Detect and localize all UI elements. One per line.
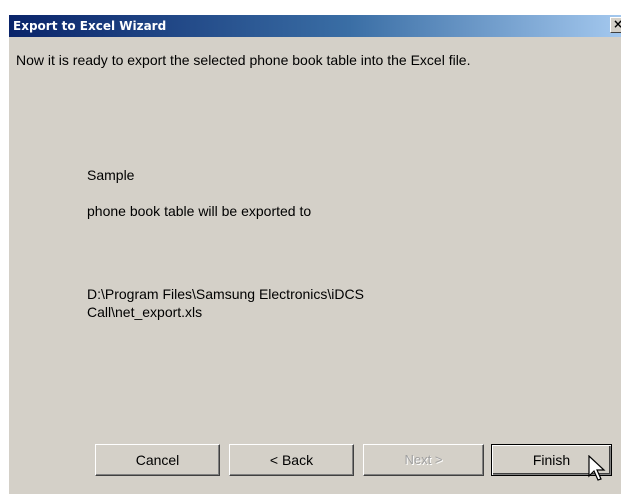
export-wizard-dialog: Export to Excel Wizard × (8, 14, 621, 494)
instruction-text: Now it is ready to export the selected p… (16, 52, 471, 68)
title-bar: Export to Excel Wizard × (9, 15, 621, 37)
next-button[interactable]: Next > (363, 444, 484, 476)
cancel-button[interactable]: Cancel (95, 444, 220, 476)
arrow-pointer-icon (588, 455, 606, 481)
back-button[interactable]: < Back (229, 444, 354, 476)
file-path-text: D:\Program Files\Samsung Electronics\iDC… (87, 286, 364, 320)
table-name-text: Sample (87, 167, 135, 183)
window-title: Export to Excel Wizard (13, 19, 167, 33)
export-description-text: phone book table will be exported to (87, 203, 312, 219)
close-icon[interactable]: × (610, 17, 621, 33)
